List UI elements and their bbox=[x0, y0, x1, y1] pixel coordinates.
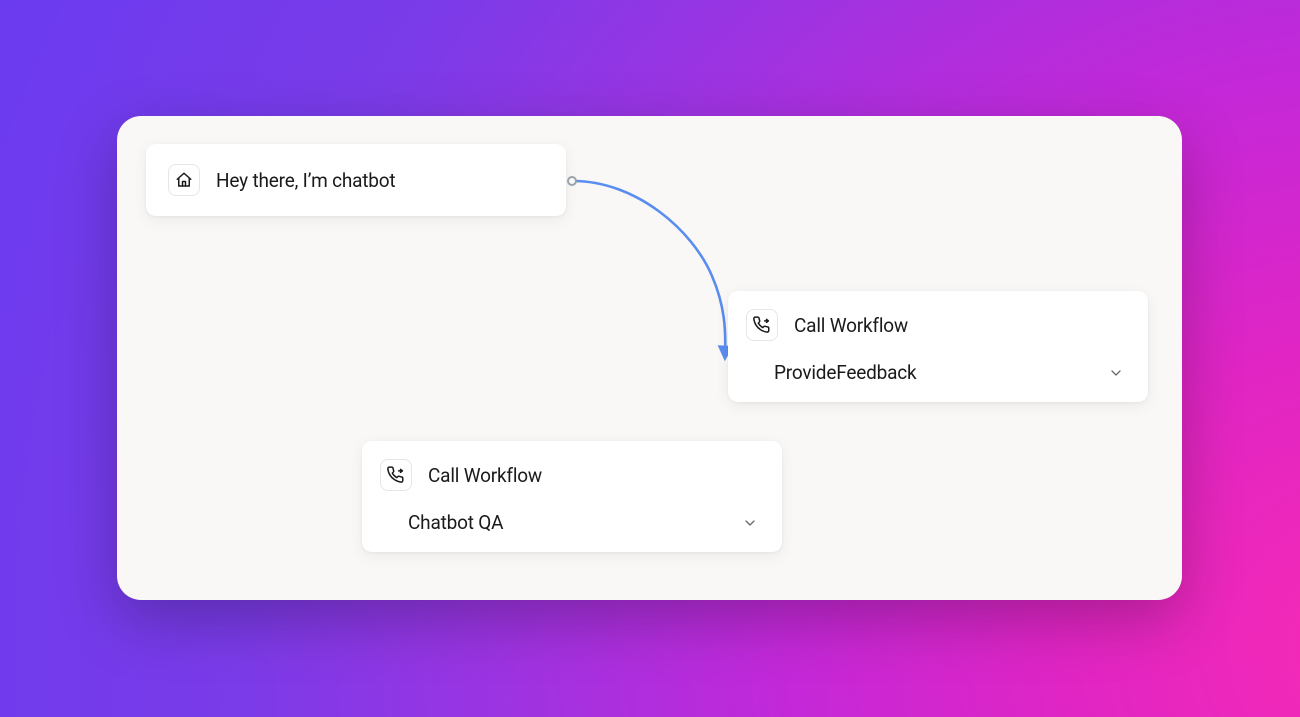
node-header: Call Workflow bbox=[746, 309, 1126, 341]
node-call-workflow-feedback[interactable]: Call Workflow ProvideFeedback bbox=[728, 291, 1148, 402]
node-header: Hey there, I’m chatbot bbox=[168, 164, 544, 196]
node-start[interactable]: Hey there, I’m chatbot bbox=[146, 144, 566, 216]
output-port[interactable] bbox=[567, 176, 577, 186]
node-title: Call Workflow bbox=[794, 314, 908, 337]
chevron-down-icon bbox=[742, 515, 758, 531]
phone-forward-icon bbox=[746, 309, 778, 341]
node-title: Hey there, I’m chatbot bbox=[216, 169, 395, 192]
home-icon bbox=[168, 164, 200, 196]
workflow-select-value: Chatbot QA bbox=[408, 511, 503, 534]
node-header: Call Workflow bbox=[380, 459, 760, 491]
workflow-select-value: ProvideFeedback bbox=[774, 361, 916, 384]
workflow-canvas[interactable]: Hey there, I’m chatbot Call Workflow Pro… bbox=[117, 116, 1182, 600]
workflow-select[interactable]: Chatbot QA bbox=[380, 511, 760, 534]
phone-forward-icon bbox=[380, 459, 412, 491]
chevron-down-icon bbox=[1108, 365, 1124, 381]
node-title: Call Workflow bbox=[428, 464, 542, 487]
workflow-select[interactable]: ProvideFeedback bbox=[746, 361, 1126, 384]
node-call-workflow-qa[interactable]: Call Workflow Chatbot QA bbox=[362, 441, 782, 552]
